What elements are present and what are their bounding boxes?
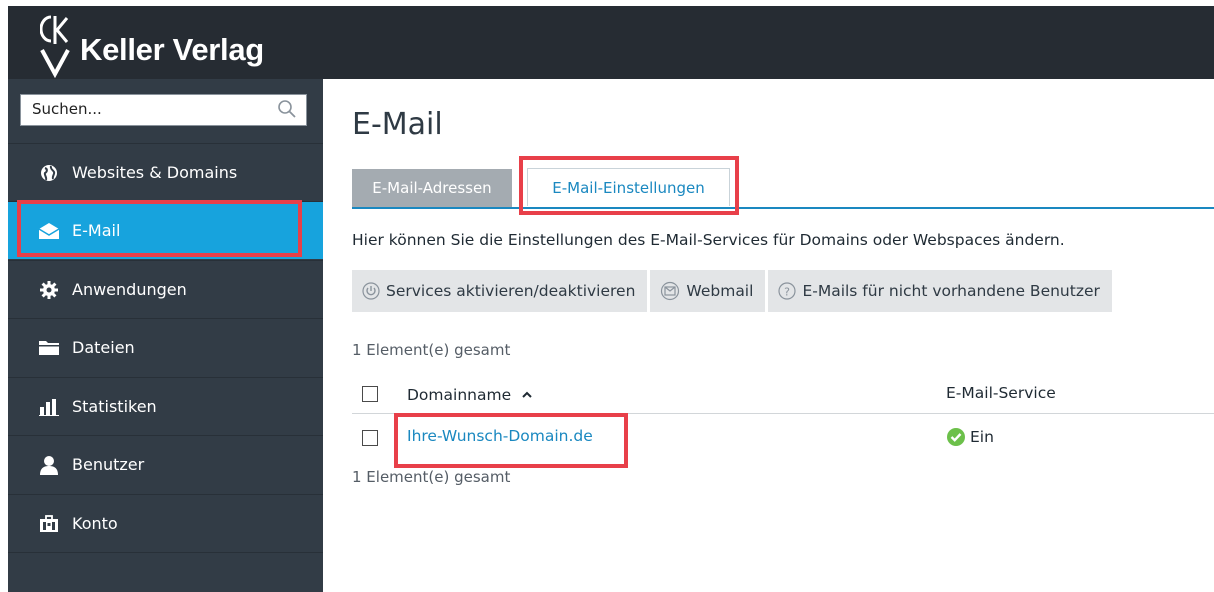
table-header: Domainname E-Mail-Service — [352, 373, 1214, 414]
table-row: Ihre-Wunsch-Domain.de Ein — [352, 415, 1214, 461]
sidebar-item-label: Anwendungen — [72, 280, 187, 299]
tab-email-adressen[interactable]: E-Mail-Adressen — [352, 169, 512, 207]
page-title: E-Mail — [352, 107, 443, 142]
user-icon — [38, 454, 60, 476]
globe-icon — [38, 162, 60, 184]
tab-underline — [352, 207, 1214, 209]
svg-text:?: ? — [785, 286, 791, 299]
tab-email-einstellungen[interactable]: E-Mail-Einstellungen — [527, 168, 730, 206]
toolbar-button-label: E-Mails für nicht vorhandene Benutzer — [802, 282, 1100, 300]
help-icon: ? — [778, 282, 797, 300]
sidebar-item-benutzer[interactable]: Benutzer — [8, 435, 323, 493]
sort-ascending-icon — [522, 384, 532, 402]
toolbar-button-label: Webmail — [686, 282, 754, 300]
sidebar-item-label: Statistiken — [72, 397, 157, 416]
sidebar-item-anwendungen[interactable]: Anwendungen — [8, 260, 323, 318]
search-icon[interactable] — [277, 99, 297, 123]
toolbar: Services aktivieren/deaktivieren Webmail… — [352, 270, 1112, 312]
toolbar-button-label: Services aktivieren/deaktivieren — [386, 282, 636, 300]
column-header-email-service: E-Mail-Service — [946, 384, 1056, 402]
column-header-domainname[interactable]: Domainname — [407, 384, 532, 404]
domain-link[interactable]: Ihre-Wunsch-Domain.de — [407, 427, 593, 445]
briefcase-icon — [38, 513, 60, 535]
power-icon — [362, 282, 380, 300]
search-box — [20, 94, 307, 126]
keller-logo-icon — [40, 15, 70, 78]
sidebar-item-label: Konto — [72, 514, 118, 533]
bar-chart-icon — [38, 396, 60, 418]
item-count-bottom: 1 Element(e) gesamt — [352, 468, 511, 486]
sidebar-item-websites-domains[interactable]: Websites & Domains — [8, 143, 323, 201]
sidebar-item-label: Benutzer — [72, 455, 145, 474]
sidebar-item-label: Dateien — [72, 338, 135, 357]
folder-icon — [38, 337, 60, 359]
sidebar-item-email[interactable]: E-Mail — [8, 201, 323, 259]
services-toggle-button[interactable]: Services aktivieren/deaktivieren — [352, 270, 648, 312]
row-checkbox[interactable] — [362, 430, 378, 446]
webmail-button[interactable]: Webmail — [650, 270, 766, 312]
sidebar-item-dateien[interactable]: Dateien — [8, 318, 323, 376]
sidebar-item-label: Websites & Domains — [72, 163, 238, 182]
select-all-checkbox[interactable] — [362, 386, 378, 402]
sidebar-item-label: E-Mail — [72, 221, 121, 240]
top-bar: Keller Verlag — [8, 6, 1214, 79]
check-circle-icon — [946, 427, 966, 447]
email-service-status: Ein — [946, 427, 994, 447]
gear-icon — [38, 279, 60, 301]
brand-name: Keller Verlag — [80, 32, 264, 67]
page-description: Hier können Sie die Einstellungen des E-… — [352, 231, 1065, 249]
sidebar-item-konto[interactable]: Konto — [8, 494, 323, 552]
sidebar-item-statistiken[interactable]: Statistiken — [8, 377, 323, 435]
webmail-icon — [660, 281, 680, 301]
unknown-recipients-button[interactable]: ? E-Mails für nicht vorhandene Benutzer — [768, 270, 1112, 312]
item-count-top: 1 Element(e) gesamt — [352, 341, 511, 359]
envelope-icon — [38, 220, 60, 242]
search-input[interactable] — [21, 95, 262, 123]
brand-logo[interactable]: Keller Verlag — [40, 14, 264, 78]
sidebar-empty — [8, 552, 323, 592]
status-label: Ein — [970, 428, 994, 446]
column-header-label: Domainname — [407, 386, 512, 404]
